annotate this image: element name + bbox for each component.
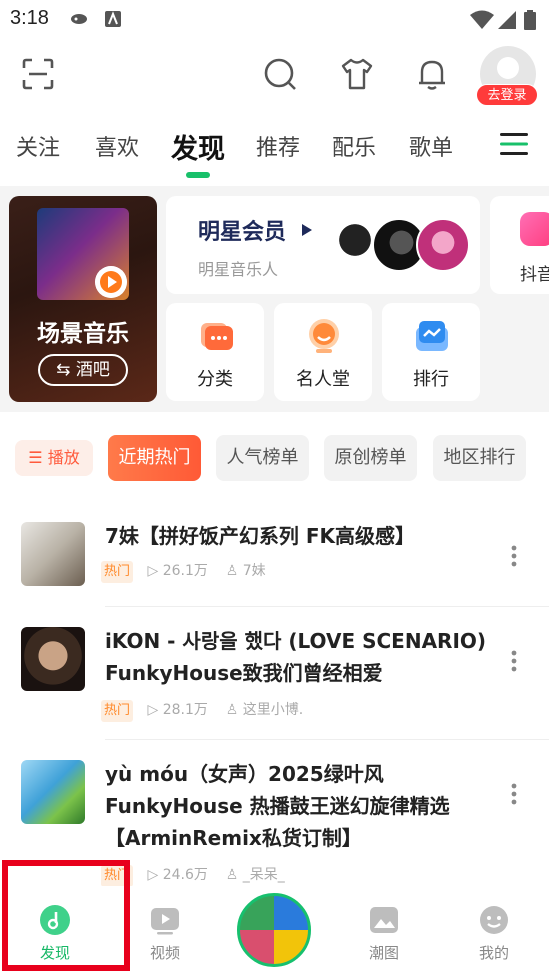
ranking-card[interactable]: 排行 — [382, 303, 480, 401]
user-icon: ♙ — [225, 702, 239, 718]
nav-video[interactable]: 视频 — [110, 886, 220, 977]
song-cover — [21, 760, 85, 824]
top-bar — [0, 44, 549, 108]
heart-icon — [520, 212, 549, 246]
nav-trend-image[interactable]: 潮图 — [329, 886, 439, 977]
category-label: 分类 — [197, 369, 233, 390]
hot-badge: 热门 — [101, 561, 134, 583]
ranking-icon — [416, 321, 448, 351]
hall-of-fame-icon — [309, 319, 339, 353]
bell-icon[interactable] — [414, 56, 450, 92]
nav-mine[interactable]: 我的 — [439, 886, 549, 977]
music-note-icon — [40, 905, 70, 935]
play-count: 26.1万 — [162, 563, 208, 579]
ranking-label: 排行 — [413, 369, 449, 390]
scene-music-card[interactable]: 场景音乐 ⇆ 酒吧 — [9, 196, 157, 402]
now-playing-disc[interactable] — [237, 893, 311, 967]
more-icon[interactable] — [510, 782, 518, 806]
swap-icon: ⇆ — [56, 360, 71, 380]
nav-label: 我的 — [478, 944, 509, 962]
status-bar: 3:18 — [0, 0, 549, 40]
hall-of-fame-label: 名人堂 — [296, 369, 350, 390]
more-icon[interactable] — [510, 544, 518, 568]
chip-recent-hot[interactable]: 近期热门 — [108, 435, 201, 481]
video-icon — [151, 908, 179, 935]
tab-discover[interactable]: 发现 — [171, 127, 225, 166]
douyin-card[interactable]: 抖音 — [490, 196, 549, 294]
play-count: 28.1万 — [162, 702, 208, 718]
nav-discover[interactable]: 发现 — [0, 886, 110, 977]
status-time: 3:18 — [10, 7, 49, 29]
scene-pill-bar[interactable]: ⇆ 酒吧 — [38, 354, 128, 386]
nav-label: 潮图 — [368, 944, 399, 962]
login-badge[interactable]: 去登录 — [476, 84, 538, 106]
tab-playlist[interactable]: 歌单 — [409, 130, 453, 162]
filter-chips: ☰ 播放 近期热门 人气榜单 原创榜单 地区排行 — [0, 430, 549, 486]
tab-like[interactable]: 喜欢 — [95, 130, 139, 162]
song-author: 7妹 — [242, 563, 266, 579]
category-card[interactable]: 分类 — [166, 303, 264, 401]
douyin-label: 抖音 — [520, 265, 549, 285]
user-icon: ♙ — [225, 867, 239, 883]
play-count-icon: ▷ — [147, 867, 159, 883]
scene-pill-label: 酒吧 — [75, 360, 110, 380]
image-icon — [370, 907, 398, 933]
hall-of-fame-card[interactable]: 名人堂 — [274, 303, 372, 401]
song-meta: 热门 ▷ 26.1万 ♙ 7妹 — [101, 560, 266, 583]
tab-soundtrack[interactable]: 配乐 — [332, 130, 376, 162]
song-cover — [21, 627, 85, 691]
chip-region[interactable]: 地区排行 — [433, 435, 526, 481]
star-member-card[interactable]: 明星会员 明星音乐人 — [166, 196, 480, 294]
play-icon[interactable] — [95, 266, 127, 298]
feature-section: 场景音乐 ⇆ 酒吧 明星会员 明星音乐人 抖音 分类 名人堂 排行 — [0, 186, 549, 412]
app-a-icon — [105, 11, 121, 27]
tab-indicator — [186, 172, 210, 178]
vip-title: 明星会员 — [198, 220, 287, 245]
song-title: yù móu（女声）2025绿叶风 FunkyHouse 热播鼓王迷幻旋律精选【… — [105, 762, 450, 850]
list-item[interactable]: 7妹【拼好饭产幻系列 FK高级感】 热门 ▷ 26.1万 ♙ 7妹 — [0, 506, 549, 606]
hot-badge: 热门 — [101, 865, 134, 887]
tshirt-icon[interactable] — [339, 56, 375, 92]
category-icon — [201, 323, 233, 350]
gamepad-icon — [71, 14, 87, 24]
song-author: 这里小博. — [242, 702, 304, 718]
nav-label: 视频 — [149, 944, 180, 962]
song-title: iKON - 사랑을 했다 (LOVE SCENARIO) FunkyHouse… — [105, 629, 487, 685]
song-meta: 热门 ▷ 28.1万 ♙ 这里小博. — [101, 699, 304, 722]
chip-popular[interactable]: 人气榜单 — [216, 435, 309, 481]
battery-icon — [524, 10, 536, 30]
tab-follow[interactable]: 关注 — [16, 130, 60, 162]
scene-title: 场景音乐 — [37, 321, 129, 347]
list-play-icon: ☰ — [28, 448, 43, 467]
play-count-icon: ▷ — [147, 563, 159, 579]
play-all-button[interactable]: ☰ 播放 — [15, 440, 93, 476]
play-count-icon: ▷ — [147, 702, 159, 718]
play-arrow-icon — [302, 224, 312, 236]
tab-recommend[interactable]: 推荐 — [256, 130, 300, 162]
more-icon[interactable] — [510, 649, 518, 673]
song-title: 7妹【拼好饭产幻系列 FK高级感】 — [105, 524, 416, 548]
scan-icon[interactable] — [20, 56, 56, 92]
play-count: 24.6万 — [162, 867, 208, 883]
nav-label: 发现 — [39, 944, 70, 962]
song-meta: 热门 ▷ 24.6万 ♙ _呆呆_ — [101, 864, 285, 887]
list-item[interactable]: iKON - 사랑을 했다 (LOVE SCENARIO) FunkyHouse… — [0, 607, 549, 739]
song-author: _呆呆_ — [242, 867, 285, 883]
signal-icon — [498, 11, 516, 29]
song-cover — [21, 522, 85, 586]
hot-badge: 热门 — [101, 700, 134, 722]
list-item[interactable]: yù móu（女声）2025绿叶风 FunkyHouse 热播鼓王迷幻旋律精选【… — [0, 740, 549, 887]
profile-icon — [480, 906, 508, 934]
user-icon: ♙ — [225, 563, 239, 579]
wifi-icon — [470, 10, 494, 29]
tab-bar: 关注 喜欢 发现 推荐 配乐 歌单 — [0, 118, 549, 178]
artist-avatar — [416, 218, 470, 272]
menu-icon[interactable] — [500, 132, 528, 156]
chip-original[interactable]: 原创榜单 — [324, 435, 417, 481]
search-icon[interactable] — [262, 56, 298, 92]
vip-subtitle: 明星音乐人 — [198, 260, 279, 279]
play-all-label: 播放 — [47, 448, 80, 467]
